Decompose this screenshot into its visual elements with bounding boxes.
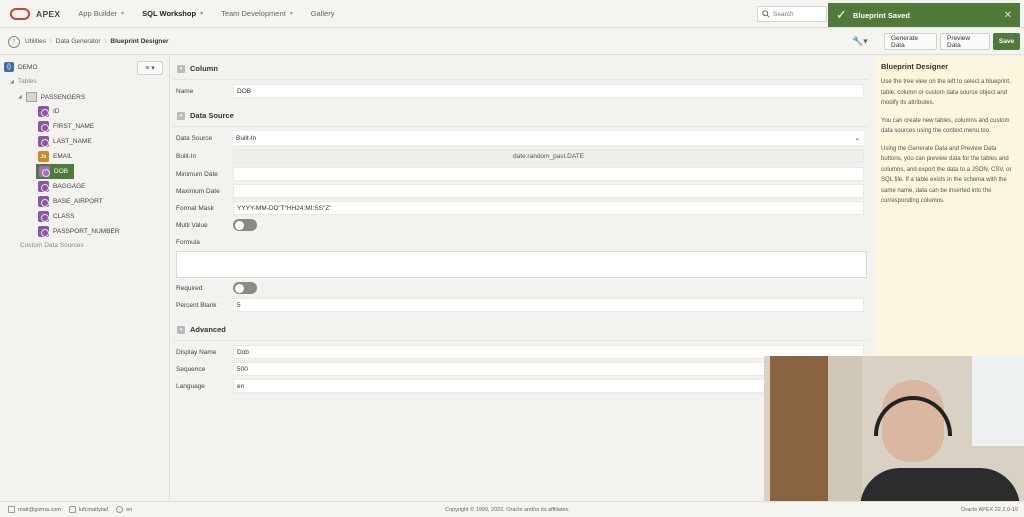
footer-workspace[interactable]: lufcmattylad <box>68 506 108 513</box>
percent-blank-field[interactable]: 5 <box>233 298 864 312</box>
tree-column[interactable]: CLASS <box>38 211 74 222</box>
format-mask-row: Format Mask YYYY-MM-DD"T"HH24:MI:SS"Z" <box>172 200 868 217</box>
breadcrumb: Utilities \ Data Generator \ Blueprint Des… <box>25 38 169 45</box>
wrench-icon[interactable]: 🔧▾ <box>852 36 868 47</box>
breadcrumb-data-generator[interactable]: Data Generator <box>56 38 101 45</box>
tree-column[interactable]: Jx EMAIL <box>38 151 73 162</box>
builtin-field[interactable]: date.random_past.DATE <box>233 149 864 163</box>
webcam-overlay <box>764 356 1024 503</box>
column-icon <box>38 106 49 117</box>
tree-menu-button[interactable]: ≡ ▾ <box>137 61 163 75</box>
breadcrumb-current: Blueprint Designer <box>110 38 169 45</box>
maximum-date-field[interactable] <box>233 184 864 198</box>
success-toast: ✓ Blueprint Saved ✕ <box>828 3 1020 27</box>
generate-data-button[interactable]: Generate Data <box>884 33 937 50</box>
close-icon[interactable]: ✕ <box>1004 10 1012 21</box>
tree-custom-sources[interactable]: Custom Data Sources <box>20 242 84 249</box>
tree-column[interactable]: BAGGAGE <box>38 181 86 192</box>
column-region-header[interactable]: ▾ Column <box>172 58 868 80</box>
collapse-icon[interactable]: ▾ <box>177 64 185 73</box>
breadcrumb-utilities[interactable]: Utilities <box>25 38 46 45</box>
help-panel: Blueprint Designer Use the tree view on … <box>875 56 1024 356</box>
format-mask-field[interactable]: YYYY-MM-DD"T"HH24:MI:SS"Z" <box>233 201 864 215</box>
save-button[interactable]: Save <box>993 33 1020 50</box>
tree-column[interactable]: BASE_AIRPORT <box>38 196 103 207</box>
data-source-select[interactable]: Built-In ⌄ <box>233 131 864 145</box>
tree-table-passengers[interactable]: ◢ PASSENGERS <box>18 92 85 102</box>
help-text: You can create new tables, columns and c… <box>881 117 1010 135</box>
name-field[interactable]: DOB <box>233 84 864 98</box>
tree-column[interactable]: ID <box>38 106 60 117</box>
oracle-logo-icon[interactable] <box>10 7 30 20</box>
column-icon <box>39 166 50 177</box>
collapse-icon[interactable]: ▾ <box>177 325 185 334</box>
tree-column[interactable]: FIRST_NAME <box>38 121 94 132</box>
collapse-icon[interactable]: ▾ <box>177 111 185 120</box>
footer-language[interactable]: en <box>116 506 132 513</box>
data-source-region-header[interactable]: ▾ Data Source <box>172 105 868 127</box>
required-toggle[interactable] <box>233 282 257 294</box>
chevron-down-icon: ⌄ <box>854 135 860 142</box>
help-text: Using the Generate Data and Preview Data… <box>881 145 1012 205</box>
globe-icon <box>116 506 124 513</box>
percent-blank-row: Percent Blank 5 <box>172 297 868 314</box>
nav-app-builder[interactable]: App Builder ▾ <box>78 9 124 18</box>
help-title: Blueprint Designer <box>881 62 949 71</box>
name-row: Name DOB <box>172 83 868 100</box>
column-icon <box>38 226 49 237</box>
toast-message: Blueprint Saved <box>852 10 911 20</box>
required-row: Required <box>172 280 868 297</box>
blueprint-icon: {} <box>4 62 14 72</box>
tree-column[interactable]: LAST_NAME <box>38 136 92 147</box>
nav-sql-workshop[interactable]: SQL Workshop ▾ <box>142 9 203 18</box>
chevron-down-icon: ▾ <box>121 11 125 17</box>
user-icon <box>8 506 15 513</box>
column-icon <box>38 211 49 222</box>
data-source-row: Data Source Built-In ⌄ <box>172 130 868 147</box>
footer: matt@gizma.com lufcmattylad en Copyright… <box>0 501 1024 517</box>
multi-value-toggle[interactable] <box>233 219 257 231</box>
column-icon <box>38 136 49 147</box>
search-icon <box>762 10 770 18</box>
preview-data-button[interactable]: Preview Data <box>940 33 990 50</box>
multi-value-row: Multi Value <box>172 217 868 234</box>
tree-root[interactable]: {} DEMO <box>4 62 38 72</box>
search-input[interactable] <box>773 10 823 18</box>
column-icon <box>38 196 49 207</box>
tree-tables-node[interactable]: ◢ Tables <box>10 78 37 85</box>
advanced-region-header[interactable]: ▾ Advanced <box>172 319 868 341</box>
formula-icon: Jx <box>38 151 49 162</box>
builtin-row: Built-In date.random_past.DATE <box>172 148 868 165</box>
brand-name[interactable]: APEX <box>36 9 60 19</box>
nav-team-development[interactable]: Team Development ▾ <box>221 9 293 18</box>
collapse-icon: ◢ <box>10 78 14 85</box>
menu-icon: ≡ ▾ <box>145 65 155 72</box>
chevron-down-icon: ▾ <box>200 11 204 17</box>
check-icon: ✓ <box>836 7 847 22</box>
main-nav: App Builder ▾ SQL Workshop ▾ Team Developm… <box>78 9 352 18</box>
tree-column-selected[interactable]: DOB <box>36 164 75 179</box>
collapse-icon: ◢ <box>18 94 22 100</box>
version: Oracle APEX 22.2.0-19 <box>961 506 1018 513</box>
help-text: Use the tree view on the left to select … <box>881 79 1011 106</box>
table-icon <box>25 92 37 102</box>
breadcrumb-bar: ↑ Utilities \ Data Generator \ Blueprint D… <box>0 29 1024 55</box>
arrow-up-icon[interactable]: ↑ <box>8 35 20 48</box>
minimum-date-field[interactable] <box>233 167 864 181</box>
nav-gallery[interactable]: Gallery <box>311 9 335 18</box>
tree-column[interactable]: PASSPORT_NUMBER <box>38 226 120 237</box>
chevron-down-icon: ▾ <box>289 11 293 17</box>
formula-row: Formula <box>176 239 200 246</box>
copyright: Copyright © 1999, 2022, Oracle and/or it… <box>445 506 570 513</box>
footer-user[interactable]: matt@gizma.com <box>8 506 61 513</box>
database-icon <box>68 506 76 513</box>
column-icon <box>38 181 49 192</box>
minimum-date-row: Minimum Date <box>172 166 868 183</box>
search-box[interactable] <box>757 6 827 22</box>
maximum-date-row: Maximum Date <box>172 183 868 200</box>
formula-textarea[interactable] <box>176 251 867 278</box>
column-icon <box>38 121 49 132</box>
